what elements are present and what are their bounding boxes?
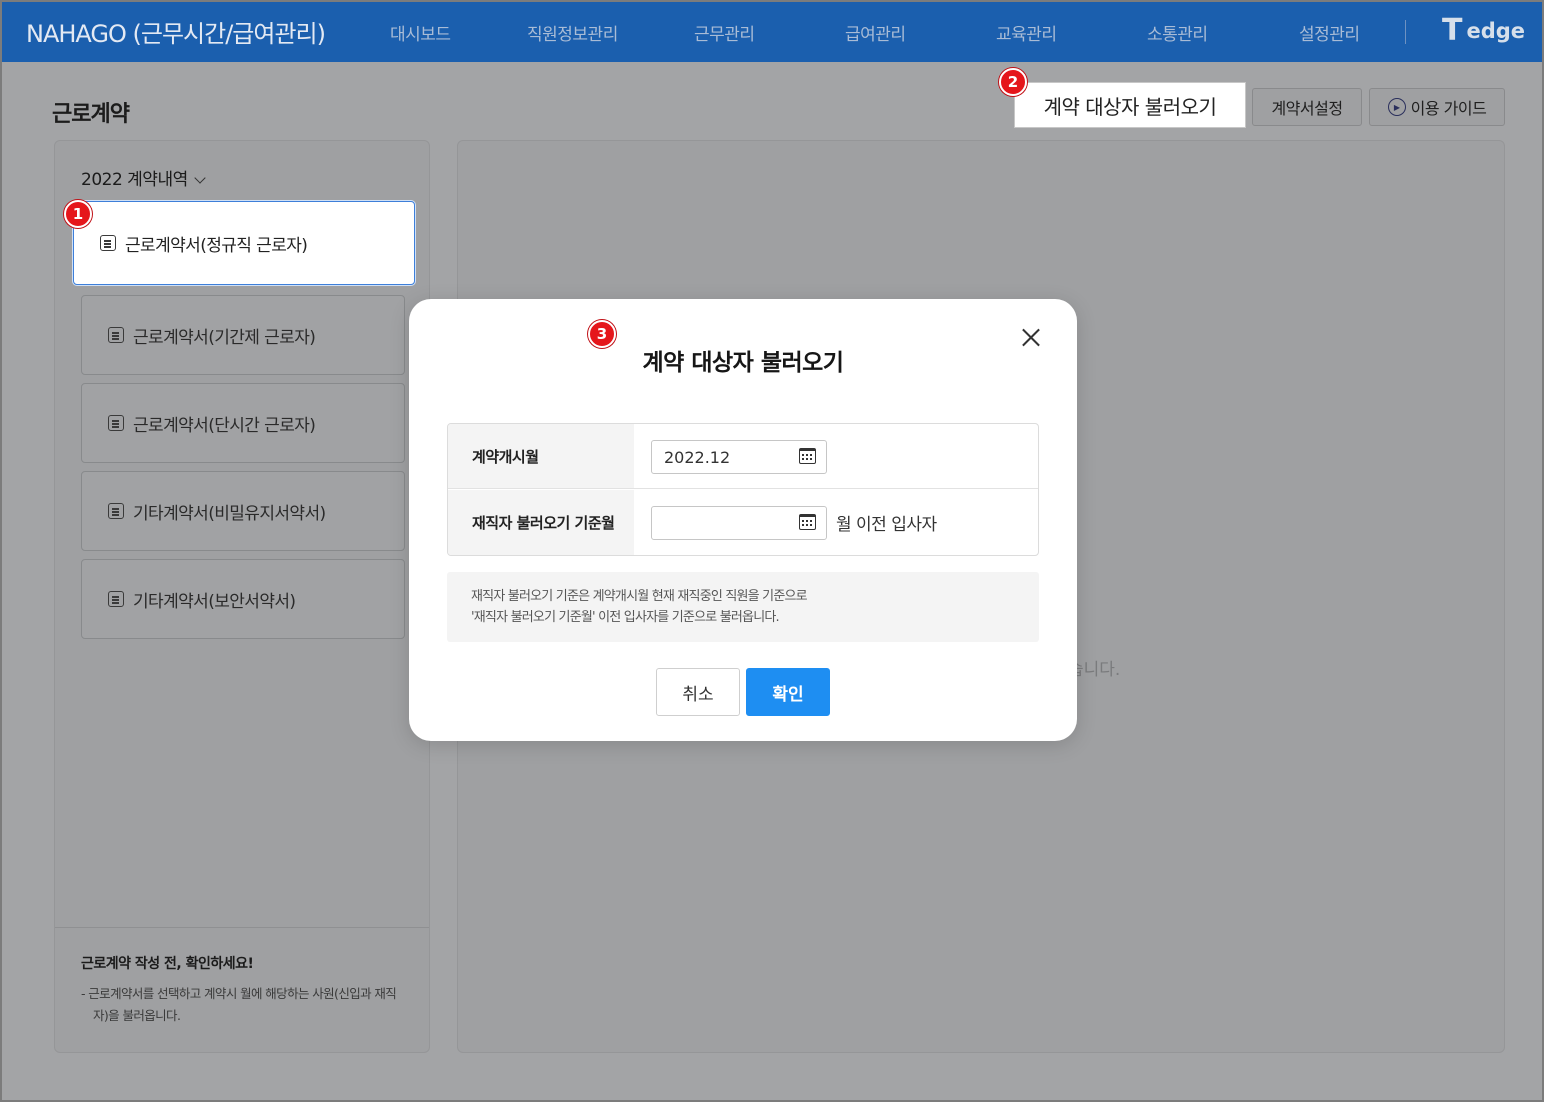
app-title[interactable]: NAHAGO (근무시간/급여관리) [26,14,326,49]
nav-employee-info[interactable]: 직원정보관리 [527,20,618,45]
step-badge-1: 1 [64,200,92,228]
step-badge-3: 3 [588,320,616,348]
contract-item-label: 기타계약서(비밀유지서약서) [133,503,326,524]
doc-icon [108,327,124,343]
logo-text: edge [1466,19,1526,43]
start-month-label: 계약개시월 [448,424,634,488]
notice-title: 근로계약 작성 전, 확인하세요! [81,956,254,972]
calendar-icon[interactable] [799,514,816,530]
contract-item-label: 근로계약서(기간제 근로자) [133,327,316,348]
form-row-start-month: 계약개시월 [448,424,1038,489]
contract-item-regular[interactable]: 근로계약서(정규직 근로자) [73,201,415,285]
modal-form: 계약개시월 재직자 불러오기 기준월 월 이전 입사자 [447,423,1039,556]
load-targets-modal: 계약 대상자 불러오기 계약개시월 재직자 불러오기 기준월 월 이전 입사자 … [409,299,1077,741]
nav-work[interactable]: 근무관리 [694,20,755,45]
nav-divider [1405,20,1406,44]
contract-item-part-time[interactable]: 근로계약서(단시간 근로자) [81,383,405,463]
page-title: 근로계약 [52,102,130,127]
calendar-icon[interactable] [799,448,816,464]
modal-title: 계약 대상자 불러오기 [642,350,844,376]
confirm-button[interactable]: 확인 [746,668,830,716]
contract-item-label: 기타계약서(보안서약서) [133,591,296,612]
contract-item-nda[interactable]: 기타계약서(비밀유지서약서) [81,471,405,551]
nav-communication[interactable]: 소통관리 [1147,20,1208,45]
nav-payroll[interactable]: 급여관리 [845,20,906,45]
nav-settings[interactable]: 설정관리 [1299,20,1360,45]
load-targets-button[interactable]: 계약 대상자 불러오기 [1014,82,1246,128]
year-select[interactable]: 2022 계약내역 [81,165,206,190]
top-nav-bar: NAHAGO (근무시간/급여관리) 대시보드 직원정보관리 근무관리 급여관리… [2,2,1542,62]
contract-item-fixed-term[interactable]: 근로계약서(기간제 근로자) [81,295,405,375]
app-frame: NAHAGO (근무시간/급여관리) 대시보드 직원정보관리 근무관리 급여관리… [0,0,1544,1102]
contract-item-label: 근로계약서(정규직 근로자) [125,235,308,256]
year-select-label: 2022 계약내역 [81,170,188,190]
doc-icon [100,235,116,251]
play-circle-icon: ▶ [1387,98,1406,116]
contract-item-security[interactable]: 기타계약서(보안서약서) [81,559,405,639]
step-badge-2: 2 [999,68,1027,96]
close-icon[interactable] [1019,325,1043,349]
base-month-suffix: 월 이전 입사자 [836,515,937,535]
guide-button[interactable]: ▶ 이용 가이드 [1369,88,1505,126]
nav-dashboard[interactable]: 대시보드 [390,20,451,45]
contract-settings-button[interactable]: 계약서설정 [1252,88,1362,126]
panel-divider [55,927,429,928]
contract-list-panel: 2022 계약내역 근로계약서(정규직 근로자) 근로계약서(기간제 근로자) … [54,140,430,1053]
doc-icon [108,415,124,431]
nav-education[interactable]: 교육관리 [996,20,1057,45]
tedge-logo[interactable]: T edge [1442,16,1525,46]
info-line-1: 재직자 불러오기 기준은 계약개시월 현재 재직중인 직원을 기준으로 [471,589,808,604]
doc-icon [108,591,124,607]
notice-text: - 근로계약서를 선택하고 계약시 월에 해당하는 사원(신입과 재직자)을 불… [81,986,397,1023]
logo-mark: T [1442,13,1463,48]
doc-icon [108,503,124,519]
form-row-base-month: 재직자 불러오기 기준월 월 이전 입사자 [448,490,1038,555]
modal-info-box: 재직자 불러오기 기준은 계약개시월 현재 재직중인 직원을 기준으로 '재직자… [447,572,1039,642]
base-month-label: 재직자 불러오기 기준월 [448,490,634,555]
chevron-down-icon [194,172,206,184]
cancel-button[interactable]: 취소 [656,668,740,716]
contract-item-label: 근로계약서(단시간 근로자) [133,415,316,436]
info-line-2: '재직자 불러오기 기준월' 이전 입사자를 기준으로 불러옵니다. [471,610,780,625]
guide-button-label: 이용 가이드 [1410,99,1487,118]
